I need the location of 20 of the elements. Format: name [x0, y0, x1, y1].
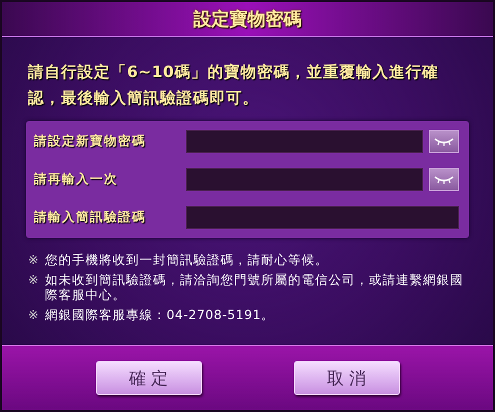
note-mark: ※ — [28, 272, 39, 289]
window-title: 設定寶物密碼 — [194, 8, 302, 31]
closed-eye-icon — [434, 176, 454, 184]
note-text: 網銀國際客服專線：04-2708-5191。 — [44, 307, 275, 322]
show-password-button[interactable] — [429, 130, 459, 153]
input-field[interactable] — [186, 130, 423, 153]
note-mark: ※ — [28, 307, 39, 322]
input-field[interactable] — [186, 168, 423, 191]
cancel-button[interactable]: 取 消 — [294, 361, 400, 395]
field-label: 請再輸入一次 — [34, 171, 119, 188]
show-password-button[interactable] — [429, 168, 459, 191]
field-label: 請輸入簡訊驗證碼 — [34, 209, 147, 226]
confirm-button[interactable]: 確 定 — [96, 361, 202, 395]
note-mark: ※ — [28, 252, 39, 267]
note-text: 您的手機將收到一封簡訊驗證碼，請耐心等候。 — [44, 252, 328, 267]
input-field[interactable] — [186, 206, 459, 229]
instruction-text: 請自行設定「6~10碼」的寶物密碼，並重覆輸入進行確認，最後輸入簡訊驗證碼即可。 — [28, 62, 440, 109]
field-label: 請設定新寶物密碼 — [34, 133, 147, 150]
closed-eye-icon — [434, 138, 454, 146]
note-text: 如未收到簡訊驗證碼，請洽詢您門號所屬的電信公司，或請連繫網銀國際客服中心。 — [44, 272, 464, 302]
